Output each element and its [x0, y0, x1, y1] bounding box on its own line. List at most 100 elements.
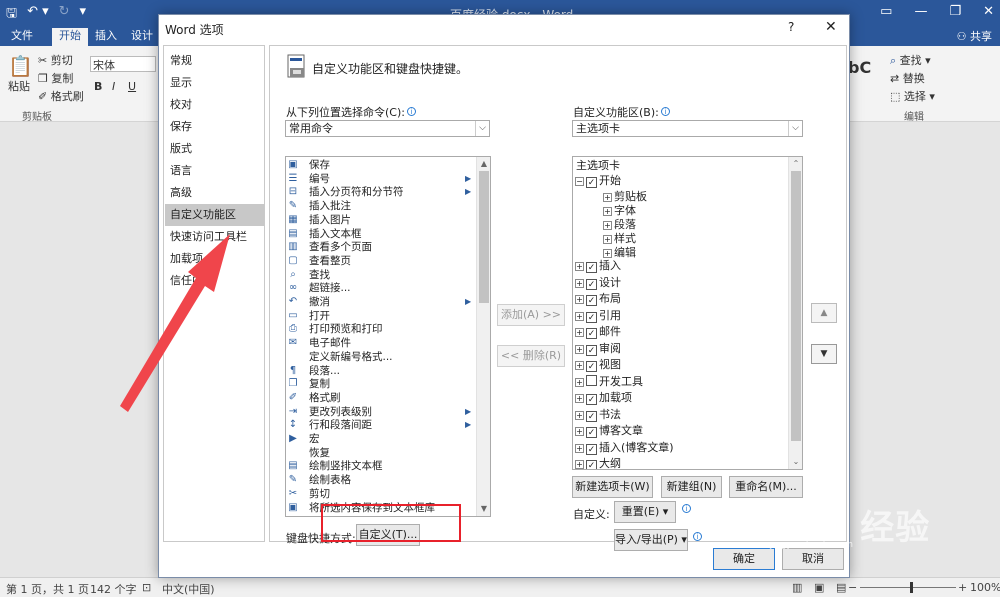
expand-icon[interactable]: +: [575, 394, 584, 403]
nav-item[interactable]: 自定义功能区: [165, 204, 264, 226]
italic-button[interactable]: I: [112, 80, 115, 93]
list-item[interactable]: ▦ 插入图片: [287, 213, 463, 227]
customize-ribbon-dropdown[interactable]: 主选项卡 ⌵: [572, 120, 803, 137]
reset-button[interactable]: 重置(E) ▾: [614, 501, 676, 523]
list-item[interactable]: ↶ 撤消 ▶: [287, 295, 471, 309]
expand-icon[interactable]: +: [575, 328, 584, 337]
expand-icon[interactable]: +: [575, 443, 584, 453]
expand-icon[interactable]: +: [575, 377, 584, 387]
list-item[interactable]: ▢ 查看整页: [287, 254, 463, 268]
list-item[interactable]: ▣ 保存: [287, 158, 463, 172]
select-button[interactable]: ⬚ 选择 ▾: [890, 88, 935, 104]
proofing-icon[interactable]: ⊡: [142, 581, 151, 594]
share-button[interactable]: ⚇ 共享: [957, 28, 992, 44]
expand-icon[interactable]: +: [603, 235, 612, 244]
checkbox-icon[interactable]: ✓: [586, 328, 597, 339]
list-item[interactable]: ✎ 插入批注: [287, 199, 463, 213]
maximize-icon[interactable]: ❐: [949, 4, 961, 19]
scroll-thumb[interactable]: [479, 171, 489, 303]
tree-group[interactable]: + 字体: [603, 203, 636, 219]
add-button[interactable]: 添加(A) >>: [497, 304, 565, 326]
zoom-in-icon[interactable]: +: [958, 581, 967, 594]
list-item[interactable]: ∞ 超链接...: [287, 281, 463, 295]
tree-group[interactable]: + 剪贴板: [603, 189, 647, 205]
list-item[interactable]: ▶ 宏: [287, 432, 463, 446]
tree-item-home[interactable]: − ✓ 开始: [575, 173, 621, 189]
expand-icon[interactable]: +: [575, 344, 584, 354]
style-preview[interactable]: bC: [848, 58, 871, 77]
nav-item[interactable]: 语言: [165, 160, 264, 182]
replace-button[interactable]: ⇄ 替换: [890, 70, 925, 86]
word-count[interactable]: 142 个字: [90, 581, 137, 597]
checkbox-icon[interactable]: ✓: [586, 361, 597, 372]
move-up-button[interactable]: ▲: [811, 303, 837, 323]
list-item[interactable]: ▤ 插入文本框: [287, 227, 463, 241]
expand-icon[interactable]: +: [575, 295, 584, 304]
customize-qat-icon[interactable]: ▾: [80, 4, 87, 26]
language-status[interactable]: 中文(中国): [162, 581, 215, 597]
undo-icon[interactable]: ↶ ▾: [27, 4, 49, 26]
page-count[interactable]: 第 1 页，共 1 页: [6, 581, 89, 597]
checkbox-icon[interactable]: ✓: [586, 177, 597, 188]
tree-item[interactable]: + ✓ 插入(博客文章): [575, 440, 674, 456]
tree-item[interactable]: + ✓ 引用: [575, 308, 621, 324]
tree-item[interactable]: + ✓ 加载项: [575, 390, 632, 406]
nav-item[interactable]: 版式: [165, 138, 264, 160]
expand-icon[interactable]: +: [575, 361, 584, 370]
list-item[interactable]: ↕ 行和段落间距 ▶: [287, 418, 471, 432]
tab-insert[interactable]: 插入: [88, 28, 124, 46]
choose-commands-dropdown[interactable]: 常用命令 ⌵: [285, 120, 490, 137]
zoom-slider[interactable]: [860, 587, 956, 588]
read-mode-icon[interactable]: ▥: [792, 581, 802, 594]
checkbox-icon[interactable]: ✓: [586, 262, 597, 273]
find-button[interactable]: ⌕ 查找 ▾: [890, 52, 931, 68]
tab-file[interactable]: 文件: [4, 28, 40, 46]
tree-group[interactable]: + 编辑: [603, 245, 636, 261]
tree-item[interactable]: + 开发工具: [575, 374, 643, 390]
expand-icon[interactable]: +: [575, 262, 584, 271]
list-item[interactable]: ▭ 打开: [287, 309, 463, 323]
checkbox-icon[interactable]: ✓: [586, 295, 597, 306]
tree-scrollbar[interactable]: ⌃ ⌄: [788, 157, 802, 469]
tree-item[interactable]: + ✓ 布局: [575, 291, 621, 307]
tab-design[interactable]: 设计: [124, 28, 160, 46]
scroll-thumb[interactable]: [791, 171, 801, 441]
help-button[interactable]: ?: [788, 20, 794, 34]
rename-button[interactable]: 重命名(M)...: [729, 476, 803, 498]
tree-item[interactable]: + ✓ 设计: [575, 275, 621, 291]
zoom-level[interactable]: 100%: [970, 581, 1000, 594]
list-item[interactable]: ▤ 绘制竖排文本框: [287, 459, 463, 473]
nav-item[interactable]: 保存: [165, 116, 264, 138]
tree-item[interactable]: + ✓ 邮件: [575, 324, 621, 340]
list-item[interactable]: ⎙ 打印预览和打印: [287, 322, 463, 336]
ribbon-tree[interactable]: + ✓ 大纲 + ✓ 插入(博客文章) + ✓ 博客文章 + ✓ 书法 + ✓ 加载项 + 开发工具 + ✓ 视图 + ✓…: [572, 156, 803, 470]
list-item[interactable]: 定义新编号格式...: [287, 350, 463, 364]
nav-item[interactable]: 显示: [165, 72, 264, 94]
expand-icon[interactable]: +: [575, 427, 584, 436]
expand-icon[interactable]: +: [575, 278, 584, 288]
scroll-down-icon[interactable]: ⌄: [789, 455, 802, 468]
checkbox-icon[interactable]: ✓: [586, 311, 597, 323]
import-export-button[interactable]: 导入/导出(P) ▾: [614, 529, 688, 551]
tree-group[interactable]: + 样式: [603, 231, 636, 247]
cancel-button[interactable]: 取消: [782, 548, 844, 570]
tree-item[interactable]: + ✓ 书法: [575, 407, 621, 423]
tree-item[interactable]: + ✓ 大纲: [575, 456, 621, 469]
expand-icon[interactable]: +: [575, 460, 584, 469]
tree-item[interactable]: + ✓ 博客文章: [575, 423, 643, 439]
expand-icon[interactable]: +: [575, 311, 584, 321]
bold-button[interactable]: B: [94, 80, 102, 93]
save-icon[interactable]: 🖫: [6, 4, 17, 26]
paste-button[interactable]: 粘贴: [8, 78, 30, 94]
expand-icon[interactable]: +: [575, 410, 584, 420]
expand-icon[interactable]: +: [603, 249, 612, 258]
zoom-slider-thumb[interactable]: [910, 582, 913, 593]
checkbox-icon[interactable]: ✓: [586, 460, 597, 469]
zoom-out-icon[interactable]: −: [848, 581, 857, 594]
nav-item[interactable]: 常规: [165, 50, 264, 72]
new-group-button[interactable]: 新建组(N): [661, 476, 722, 498]
paste-icon[interactable]: 📋: [8, 54, 33, 78]
print-layout-icon[interactable]: ▣: [814, 581, 824, 594]
new-tab-button[interactable]: 新建选项卡(W): [572, 476, 653, 498]
tree-item[interactable]: + ✓ 视图: [575, 357, 621, 373]
